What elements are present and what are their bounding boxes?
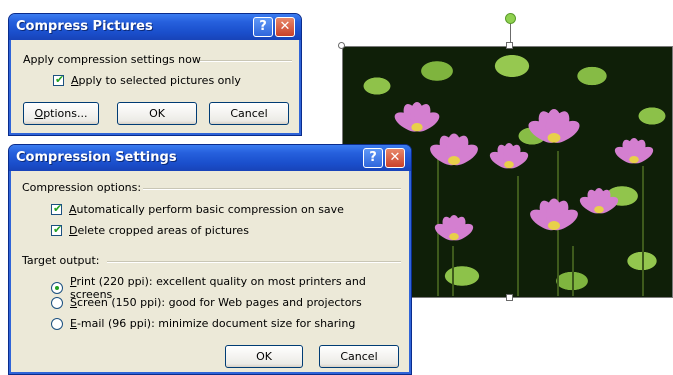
- flower-stem: [452, 246, 454, 296]
- check-mark-icon: ✔: [53, 223, 63, 236]
- compress-pictures-titlebar[interactable]: Compress Pictures ? ✕: [9, 14, 301, 40]
- screen-radio-row[interactable]: Screen (150 ppi): good for Web pages and…: [51, 296, 362, 309]
- apply-selected-label: Apply to selected pictures only: [71, 74, 241, 87]
- compression-settings-dialog: Compression Settings ? ✕ Compression opt…: [8, 144, 412, 375]
- check-mark-icon: ✔: [55, 73, 65, 86]
- close-icon: ✕: [389, 150, 401, 165]
- help-button[interactable]: ?: [363, 148, 383, 168]
- delete-cropped-checkbox[interactable]: ✔: [51, 223, 63, 236]
- help-button[interactable]: ?: [253, 17, 273, 37]
- rotation-connector: [510, 22, 511, 44]
- compression-options-group-label: Compression options:: [22, 181, 142, 194]
- group-divider: [143, 188, 401, 190]
- lily-flower: [525, 108, 583, 157]
- screen-radio[interactable]: [51, 296, 63, 309]
- rotation-handle[interactable]: [505, 13, 516, 24]
- check-mark-icon: ✔: [53, 202, 63, 215]
- apply-selected-checkbox[interactable]: ✔: [53, 73, 65, 86]
- auto-compress-checkbox-row[interactable]: ✔ Automatically perform basic compressio…: [51, 202, 344, 216]
- dialog-title: Compression Settings: [16, 150, 177, 165]
- delete-cropped-label: Delete cropped areas of pictures: [69, 224, 249, 237]
- compress-pictures-dialog: Compress Pictures ? ✕ Apply compression …: [8, 13, 302, 136]
- apply-selected-checkbox-row[interactable]: ✔ Apply to selected pictures only: [53, 73, 241, 87]
- close-button[interactable]: ✕: [275, 17, 295, 37]
- resize-handle-top[interactable]: [506, 42, 513, 49]
- ok-button[interactable]: OK: [225, 345, 303, 368]
- resize-handle-top-left[interactable]: [338, 42, 345, 49]
- group-divider: [200, 60, 292, 62]
- dialog-title: Compress Pictures: [16, 19, 153, 34]
- compression-settings-titlebar[interactable]: Compression Settings ? ✕: [9, 145, 411, 171]
- email-radio[interactable]: [51, 317, 63, 330]
- close-button[interactable]: ✕: [385, 148, 405, 168]
- auto-compress-label: Automatically perform basic compression …: [69, 203, 344, 216]
- group-divider: [107, 261, 401, 263]
- lily-flower: [432, 214, 476, 251]
- flower-stem: [642, 166, 644, 296]
- help-icon: ?: [369, 150, 377, 165]
- lily-flower: [487, 142, 531, 179]
- print-radio[interactable]: [51, 282, 63, 294]
- ok-button[interactable]: OK: [117, 102, 197, 125]
- flower-stem: [572, 246, 574, 296]
- options-button[interactable]: Options...: [23, 102, 99, 125]
- cancel-button[interactable]: Cancel: [209, 102, 289, 125]
- resize-handle-bottom[interactable]: [506, 294, 513, 301]
- lily-flower: [426, 132, 482, 179]
- cancel-button[interactable]: Cancel: [319, 345, 399, 368]
- lily-flower: [577, 187, 621, 224]
- lily-flower: [526, 197, 582, 244]
- email-label: E-mail (96 ppi): minimize document size …: [70, 317, 356, 330]
- flower-stem: [517, 176, 519, 296]
- close-icon: ✕: [279, 19, 291, 34]
- auto-compress-checkbox[interactable]: ✔: [51, 202, 63, 215]
- email-radio-row[interactable]: E-mail (96 ppi): minimize document size …: [51, 317, 355, 330]
- delete-cropped-checkbox-row[interactable]: ✔ Delete cropped areas of pictures: [51, 223, 249, 237]
- help-icon: ?: [259, 19, 267, 34]
- apply-settings-group-label: Apply compression settings now: [23, 53, 201, 66]
- screen-label: Screen (150 ppi): good for Web pages and…: [70, 296, 362, 309]
- lily-flower: [612, 137, 656, 174]
- radio-selected-dot: [55, 286, 59, 290]
- target-output-group-label: Target output:: [22, 254, 100, 267]
